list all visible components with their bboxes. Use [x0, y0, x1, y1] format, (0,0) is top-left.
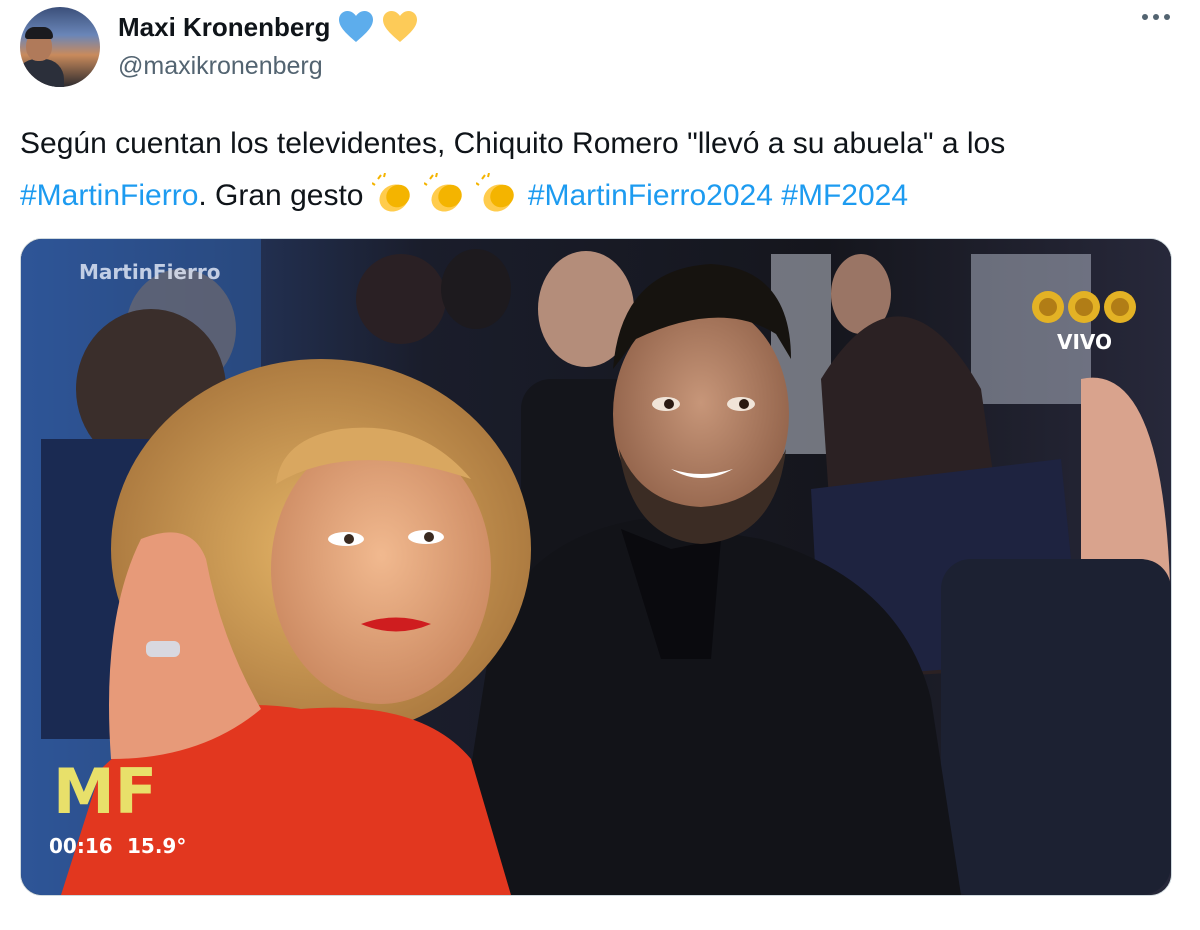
hashtag-link[interactable]: #MartinFierro [20, 179, 198, 212]
blue-heart-icon [339, 11, 374, 42]
more-options-button[interactable] [1142, 14, 1170, 20]
broadcast-temperature: 15.9° [127, 834, 186, 858]
tweet-photo[interactable]: MartinFierro VIVO MF 00:16 15.9° [20, 238, 1172, 896]
dot-icon [1142, 14, 1148, 20]
avatar[interactable] [20, 7, 100, 87]
hashtag-link[interactable]: #MartinFierro2024 [528, 179, 773, 212]
live-indicator-icon [1032, 291, 1136, 323]
display-name[interactable]: Maxi Kronenberg [118, 12, 330, 43]
dot-icon [1164, 14, 1170, 20]
username-handle[interactable]: @maxikronenberg [118, 52, 323, 81]
tweet-text-part: . Gran gesto [198, 179, 372, 212]
broadcast-time: 00:16 [49, 834, 113, 858]
tweet-text: Según cuentan los televidentes, Chiquito… [20, 118, 1170, 222]
tv-broadcast-image: MartinFierro VIVO MF 00:16 15.9° [21, 239, 1171, 895]
dot-icon [1153, 14, 1159, 20]
clapping-hands-icon [475, 173, 514, 212]
tweet-text-part: Según cuentan los televidentes, Chiquito… [20, 127, 1006, 160]
author-name-row: Maxi Kronenberg [118, 10, 418, 44]
clapping-hands-icon [371, 173, 410, 212]
live-label: VIVO [1057, 330, 1112, 354]
yellow-heart-icon [383, 11, 418, 42]
clapping-hands-icon [423, 173, 462, 212]
hashtag-link[interactable]: #MF2024 [781, 179, 908, 212]
watermark-text: MartinFierro [79, 260, 220, 284]
tweet: Maxi Kronenberg @maxikronenberg Según cu… [0, 0, 1200, 930]
mf-logo: MF [53, 755, 157, 828]
